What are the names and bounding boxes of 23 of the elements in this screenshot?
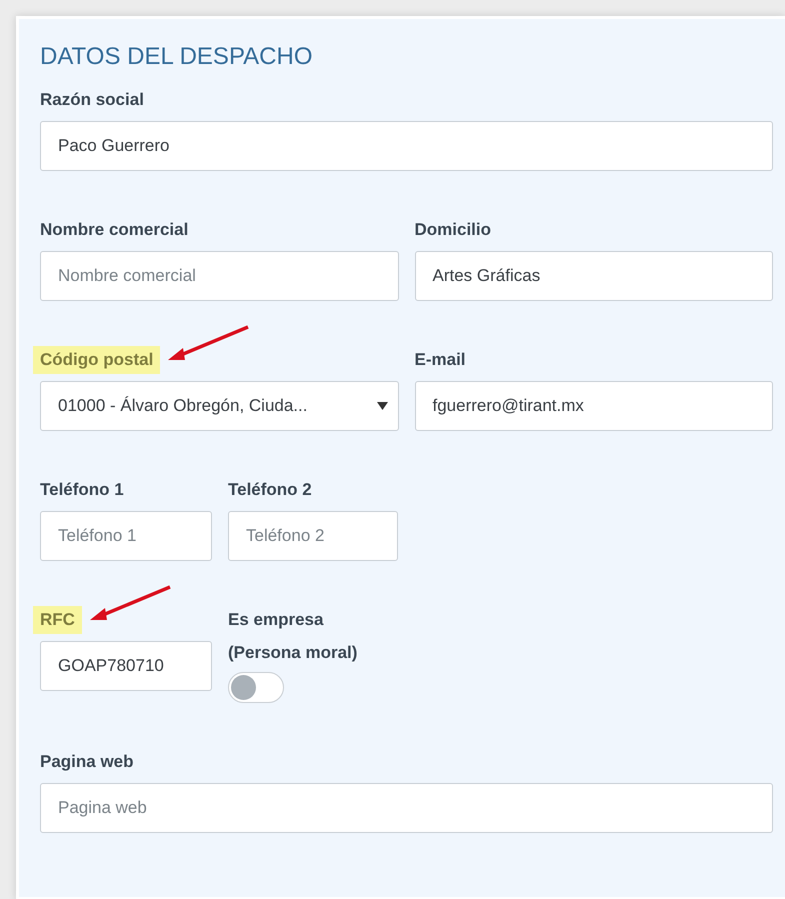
- input-field[interactable]: fguerrero@tirant.mx: [414, 381, 773, 431]
- input-field[interactable]: Artes Gráficas: [414, 251, 773, 301]
- field-label: Razón social: [40, 89, 144, 111]
- input-field[interactable]: Nombre comercial: [40, 251, 398, 301]
- field-label: Nombre comercial: [40, 219, 188, 241]
- field-label: Domicilio: [414, 219, 492, 241]
- toggle-switch[interactable]: [228, 672, 284, 703]
- field-label: Pagina web: [40, 751, 134, 773]
- field-label: Es empresa: [228, 609, 324, 631]
- postal-code-dropdown[interactable]: 01000 - Álvaro Obregón, Ciuda...: [40, 381, 398, 431]
- field-label: Teléfono 2: [228, 479, 312, 501]
- input-field[interactable]: Teléfono 2: [228, 511, 398, 561]
- field-label: (Persona moral): [228, 642, 358, 664]
- field-label: Código postal: [33, 346, 160, 374]
- field-label: RFC: [33, 606, 82, 634]
- section-title: DATOS DEL DESPACHO: [40, 42, 314, 72]
- field-label: Teléfono 1: [40, 479, 124, 501]
- input-field[interactable]: Teléfono 1: [40, 511, 212, 561]
- field-label: E-mail: [414, 349, 466, 371]
- input-field[interactable]: Paco Guerrero: [40, 121, 773, 171]
- input-field[interactable]: Pagina web: [40, 783, 773, 833]
- input-field[interactable]: GOAP780710: [40, 641, 212, 691]
- caret-icon: [376, 402, 388, 410]
